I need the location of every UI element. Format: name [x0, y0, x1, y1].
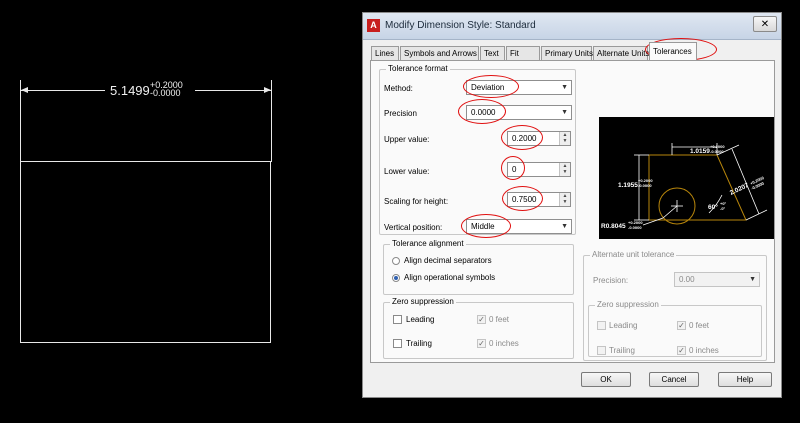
- preview-text: 1.0159 +0.2000 -0.0000 1.1955 +0.2000 -0…: [601, 144, 765, 230]
- tab-alternate-units[interactable]: Alternate Units: [593, 46, 649, 60]
- alt-inches-checkbox: ✓: [677, 346, 686, 355]
- alt-inches-label: 0 inches: [689, 346, 719, 355]
- spinner-arrows-icon[interactable]: ▲ ▼: [559, 132, 570, 145]
- chevron-down-icon: ▼: [749, 276, 756, 283]
- lower-value-label: Lower value:: [384, 167, 430, 176]
- chevron-down-icon: ▼: [561, 223, 568, 230]
- align-decimal-radio[interactable]: [392, 257, 400, 265]
- inches-label: 0 inches: [489, 339, 519, 348]
- alt-leading-checkbox: [597, 321, 606, 330]
- annotation-circle-method: [463, 75, 519, 98]
- close-button[interactable]: ✕: [753, 16, 777, 32]
- annotation-circle-upper-value: [501, 125, 543, 150]
- autocad-app-icon: A: [367, 19, 380, 32]
- rectangle-object[interactable]: [20, 161, 271, 343]
- align-operational-radio[interactable]: [392, 274, 400, 282]
- feet-label: 0 feet: [489, 315, 510, 324]
- arrowhead-left: [21, 87, 28, 93]
- tolerances-panel: Tolerance format Method: Deviation ▼ Pre…: [370, 60, 775, 363]
- drawing-canvas[interactable]: 5.1499 +0.2000 -0.0000: [0, 0, 360, 423]
- tolerance-preview: 1.0159 +0.2000 -0.0000 1.1955 +0.2000 -0…: [599, 117, 774, 239]
- dimension-tolerance-lower: -0.0000: [150, 88, 181, 98]
- align-decimal-label[interactable]: Align decimal separators: [404, 256, 492, 265]
- help-button[interactable]: Help: [718, 372, 772, 387]
- preview-dim-top-tol-lower: -0.0000: [710, 149, 724, 154]
- alt-leading-label: Leading: [609, 321, 638, 330]
- preview-dim-right: 2.0207: [729, 182, 750, 197]
- preview-dim-left-tol-lower: -0.0000: [638, 183, 652, 188]
- dimension-line-left: [21, 90, 105, 91]
- method-label: Method:: [384, 84, 413, 93]
- annotation-circle-precision: [458, 99, 506, 124]
- alt-feet-label: 0 feet: [689, 321, 710, 330]
- close-icon: ✕: [760, 19, 770, 30]
- preview-part-outline: [648, 154, 747, 221]
- align-operational-label[interactable]: Align operational symbols: [404, 273, 495, 282]
- alt-precision-value: 0.00: [679, 275, 695, 284]
- zero-suppression-group: Zero suppression: [383, 297, 574, 359]
- title-bar[interactable]: A Modify Dimension Style: Standard ✕: [363, 13, 781, 40]
- tab-lines[interactable]: Lines: [371, 46, 399, 60]
- vertical-position-label: Vertical position:: [384, 223, 443, 232]
- leading-checkbox[interactable]: [393, 315, 402, 324]
- spinner-arrows-icon[interactable]: ▲ ▼: [559, 193, 570, 206]
- alt-zero-suppression-label: Zero suppression: [595, 300, 661, 309]
- dimension-line-right: [195, 90, 271, 91]
- zero-suppression-label: Zero suppression: [390, 297, 456, 306]
- tab-primary-units[interactable]: Primary Units: [541, 46, 593, 60]
- alt-feet-checkbox: ✓: [677, 321, 686, 330]
- preview-dim-top: 1.0159: [690, 148, 710, 155]
- ok-button[interactable]: OK: [581, 372, 631, 387]
- trailing-label[interactable]: Trailing: [406, 339, 432, 348]
- tab-tolerances[interactable]: Tolerances: [649, 42, 697, 60]
- preview-angle-tol-lower: -0°: [720, 206, 726, 211]
- alt-precision-select: 0.00 ▼: [674, 272, 760, 287]
- tolerance-alignment-label: Tolerance alignment: [390, 239, 466, 248]
- annotation-circle-lower-value: [501, 156, 525, 180]
- modify-dimension-style-dialog: A Modify Dimension Style: Standard ✕ Lin…: [362, 12, 782, 398]
- tab-text[interactable]: Text: [480, 46, 505, 60]
- preview-radius: R0.8045: [601, 223, 626, 230]
- scaling-for-height-label: Scaling for height:: [384, 197, 449, 206]
- precision-label: Precision: [384, 109, 417, 118]
- chevron-down-icon: ▼: [561, 109, 568, 116]
- preview-dim-left: 1.1955: [618, 182, 638, 189]
- spinner-arrows-icon[interactable]: ▲ ▼: [559, 163, 570, 176]
- tolerance-format-label: Tolerance format: [386, 64, 450, 73]
- dimension-value: 5.1499: [110, 83, 150, 98]
- extension-line-right: [271, 80, 272, 162]
- tab-fit[interactable]: Fit: [506, 46, 540, 60]
- annotation-circle-vertical-position: [461, 214, 511, 238]
- preview-radius-tol-lower: -0.0000: [628, 225, 642, 230]
- alt-precision-label: Precision:: [593, 276, 629, 285]
- alt-trailing-checkbox: [597, 346, 606, 355]
- annotation-circle-scaling: [502, 186, 543, 211]
- dialog-title: Modify Dimension Style: Standard: [385, 20, 536, 31]
- alternate-unit-tolerance-label: Alternate unit tolerance: [590, 250, 677, 259]
- leading-label[interactable]: Leading: [406, 315, 434, 324]
- feet-checkbox: ✓: [477, 315, 486, 324]
- preview-angle: 60°: [708, 203, 718, 211]
- arrowhead-right: [264, 87, 271, 93]
- alt-trailing-label: Trailing: [609, 346, 635, 355]
- tolerance-alignment-group: Tolerance alignment: [383, 239, 574, 295]
- tab-symbols-and-arrows[interactable]: Symbols and Arrows: [400, 46, 479, 60]
- trailing-checkbox[interactable]: [393, 339, 402, 348]
- inches-checkbox: ✓: [477, 339, 486, 348]
- cancel-button[interactable]: Cancel: [649, 372, 699, 387]
- chevron-down-icon: ▼: [561, 84, 568, 91]
- upper-value-label: Upper value:: [384, 135, 430, 144]
